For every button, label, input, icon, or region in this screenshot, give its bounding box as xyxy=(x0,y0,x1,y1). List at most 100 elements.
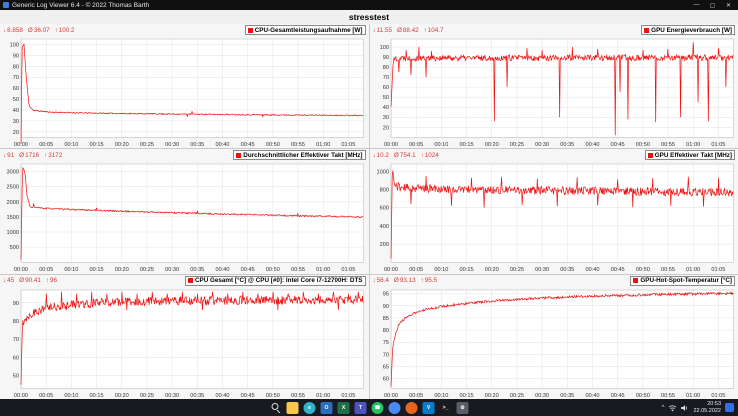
svg-text:40: 40 xyxy=(382,105,388,111)
teams-icon[interactable]: T xyxy=(355,402,367,414)
svg-text:00:10: 00:10 xyxy=(434,142,448,148)
max-arrow-icon: ↑ xyxy=(421,277,424,284)
edge-icon[interactable]: e xyxy=(304,402,316,414)
min-arrow-icon: ↓ xyxy=(3,277,6,284)
svg-text:60: 60 xyxy=(13,355,19,361)
stat-min: ↓45 xyxy=(3,277,14,284)
chart-canvas: 00:0000:0500:1000:1500:2000:2500:3000:35… xyxy=(0,35,369,148)
chart-stats: ↓91 Ø1716 ↑3172 xyxy=(3,152,62,159)
svg-text:00:40: 00:40 xyxy=(585,392,599,398)
svg-text:200: 200 xyxy=(379,242,388,248)
svg-text:00:45: 00:45 xyxy=(241,267,255,273)
svg-text:500: 500 xyxy=(10,246,19,252)
svg-text:00:05: 00:05 xyxy=(409,267,423,273)
terminal-icon[interactable]: >_ xyxy=(440,402,452,414)
svg-text:2000: 2000 xyxy=(7,200,19,206)
svg-text:20: 20 xyxy=(13,130,19,136)
notification-icon[interactable] xyxy=(725,403,734,412)
svg-text:80: 80 xyxy=(382,65,388,71)
svg-text:00:55: 00:55 xyxy=(661,142,675,148)
svg-text:00:15: 00:15 xyxy=(459,267,473,273)
close-button[interactable]: ✕ xyxy=(722,2,735,9)
stat-avg-value: 88.42 xyxy=(403,27,419,34)
svg-text:60: 60 xyxy=(382,376,388,382)
svg-text:00:20: 00:20 xyxy=(115,392,129,398)
chart-legend: GPU Energieverbrauch [W] xyxy=(641,25,735,35)
svg-text:01:00: 01:00 xyxy=(686,392,700,398)
svg-text:95: 95 xyxy=(382,291,388,297)
svg-text:65: 65 xyxy=(382,364,388,370)
svg-text:00:10: 00:10 xyxy=(64,392,78,398)
svg-text:00:35: 00:35 xyxy=(190,392,204,398)
legend-label: GPU Energieverbrauch [W] xyxy=(651,27,732,34)
svg-text:90: 90 xyxy=(13,53,19,59)
svg-text:00:30: 00:30 xyxy=(535,392,549,398)
chrome-icon[interactable] xyxy=(389,402,401,414)
svg-text:00:15: 00:15 xyxy=(90,142,104,148)
svg-text:00:50: 00:50 xyxy=(266,267,280,273)
speaker-icon[interactable] xyxy=(681,404,689,412)
stat-min-value: 45 xyxy=(7,277,14,284)
legend-label: CPU Gesamt [°C] @ CPU [#0]: Intel Core i… xyxy=(195,277,363,284)
search-icon[interactable] xyxy=(270,402,282,414)
svg-text:00:40: 00:40 xyxy=(585,142,599,148)
svg-text:85: 85 xyxy=(382,316,388,322)
avg-symbol-icon: Ø xyxy=(397,27,402,34)
excel-icon[interactable]: X xyxy=(338,402,350,414)
charts-grid: ↓8.858 Ø36.07 ↑100.2 CPU-Gesamtleistungs… xyxy=(0,24,738,399)
legend-swatch-icon xyxy=(633,278,638,283)
svg-text:00:25: 00:25 xyxy=(140,267,154,273)
avg-symbol-icon: Ø xyxy=(28,27,33,34)
svg-text:01:05: 01:05 xyxy=(341,392,355,398)
chart-stats: ↓10.2 Ø754.1 ↑1024 xyxy=(373,152,439,159)
svg-text:00:40: 00:40 xyxy=(215,142,229,148)
svg-text:00:25: 00:25 xyxy=(509,142,523,148)
chart-panel: ↓91 Ø1716 ↑3172 Durchschnittlicher Effek… xyxy=(0,149,369,273)
max-arrow-icon: ↑ xyxy=(55,27,58,34)
vscode-icon[interactable]: V xyxy=(423,402,435,414)
whatsapp-icon[interactable]: ☎ xyxy=(372,402,384,414)
maximize-button[interactable]: ▢ xyxy=(706,2,719,9)
app-icon xyxy=(3,2,9,8)
svg-text:01:00: 01:00 xyxy=(316,392,330,398)
wifi-icon[interactable] xyxy=(668,404,677,412)
svg-text:01:05: 01:05 xyxy=(711,392,725,398)
svg-text:00:25: 00:25 xyxy=(140,392,154,398)
svg-text:01:05: 01:05 xyxy=(341,267,355,273)
file-explorer-icon[interactable] xyxy=(287,402,299,414)
svg-text:00:20: 00:20 xyxy=(115,267,129,273)
svg-text:70: 70 xyxy=(13,75,19,81)
svg-text:40: 40 xyxy=(13,108,19,114)
stat-avg: Ø90.41 xyxy=(19,277,41,284)
stat-max: ↑100.2 xyxy=(55,27,75,34)
chart-header: ↓11.55 Ø88.42 ↑104.7 GPU Energieverbrauc… xyxy=(370,24,738,35)
chart-stats: ↓45 Ø90.41 ↑96 xyxy=(3,277,57,284)
stat-min: ↓56.4 xyxy=(373,277,389,284)
outlook-icon[interactable]: O xyxy=(321,402,333,414)
stat-min-value: 11.55 xyxy=(377,27,392,34)
svg-text:70: 70 xyxy=(382,75,388,81)
svg-text:50: 50 xyxy=(382,95,388,101)
svg-text:80: 80 xyxy=(13,64,19,70)
settings-icon[interactable]: ⚙ xyxy=(457,402,469,414)
taskbar-app-icons: eOXT ☎ V >_ ⚙ xyxy=(270,399,469,416)
svg-text:90: 90 xyxy=(382,303,388,309)
svg-text:00:40: 00:40 xyxy=(215,267,229,273)
stat-avg-value: 90.41 xyxy=(25,277,41,284)
stat-min: ↓8.858 xyxy=(3,27,23,34)
taskbar-clock[interactable]: 20:53 22.05.2022 xyxy=(693,401,721,414)
svg-text:00:40: 00:40 xyxy=(215,392,229,398)
svg-text:1500: 1500 xyxy=(7,215,19,221)
chart-canvas: 00:0000:0500:1000:1500:2000:2500:3000:35… xyxy=(0,286,369,399)
minimize-button[interactable]: — xyxy=(690,2,703,8)
tray-chevron-up-icon[interactable]: ^ xyxy=(662,405,665,411)
page-title: stresstest xyxy=(0,10,738,24)
min-arrow-icon: ↓ xyxy=(373,277,376,284)
svg-text:00:50: 00:50 xyxy=(635,142,649,148)
stat-max: ↑104.7 xyxy=(424,27,444,34)
stat-avg: Ø88.42 xyxy=(397,27,419,34)
svg-text:00:50: 00:50 xyxy=(266,142,280,148)
chart-header: ↓91 Ø1716 ↑3172 Durchschnittlicher Effek… xyxy=(0,149,369,160)
chart-header: ↓10.2 Ø754.1 ↑1024 GPU Effektiver Takt [… xyxy=(370,149,738,160)
firefox-icon[interactable] xyxy=(406,402,418,414)
